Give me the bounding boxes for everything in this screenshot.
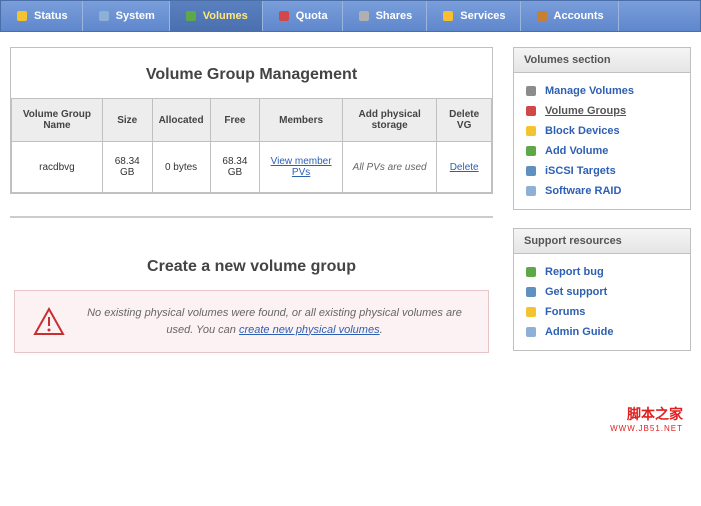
- cell-size: 68.34 GB: [102, 142, 152, 193]
- cell-free: 68.34 GB: [210, 142, 260, 193]
- nav-quota[interactable]: Quota: [263, 1, 343, 31]
- nav-accounts[interactable]: Accounts: [521, 1, 619, 31]
- sidebar-item-volume-groups[interactable]: Volume Groups: [524, 101, 680, 121]
- nav-label: Services: [460, 10, 505, 22]
- alert-box: No existing physical volumes were found,…: [14, 290, 489, 353]
- col-header: Members: [260, 99, 343, 142]
- volumes-icon: [184, 9, 198, 23]
- sidebar-item-label: Report bug: [545, 266, 604, 278]
- col-header: Free: [210, 99, 260, 142]
- section-title-create-vg: Create a new volume group: [10, 240, 493, 290]
- sidebar-item-software-raid[interactable]: Software RAID: [524, 181, 680, 201]
- sidebar-item-iscsi-targets[interactable]: iSCSI Targets: [524, 161, 680, 181]
- col-header: Size: [102, 99, 152, 142]
- sidebar-item-label: Manage Volumes: [545, 85, 634, 97]
- sidebar-item-label: Admin Guide: [545, 326, 613, 338]
- admin-guide-icon: [524, 325, 538, 339]
- main-nav: Status System Volumes Quota Shares Services Ac…: [0, 0, 701, 32]
- sidebar-item-label: Volume Groups: [545, 105, 626, 117]
- sidebar-item-forums[interactable]: Forums: [524, 302, 680, 322]
- add-volume-icon: [524, 144, 538, 158]
- nav-status[interactable]: Status: [1, 1, 83, 31]
- cell-allocated: 0 bytes: [152, 142, 210, 193]
- volume-groups-icon: [524, 104, 538, 118]
- sidebar-item-label: iSCSI Targets: [545, 165, 616, 177]
- sidebar-item-block-devices[interactable]: Block Devices: [524, 121, 680, 141]
- cell-add-storage: All PVs are used: [353, 162, 427, 173]
- services-icon: [441, 9, 455, 23]
- nav-system[interactable]: System: [83, 1, 170, 31]
- view-member-pvs-link[interactable]: View member PVs: [271, 156, 332, 178]
- cell-vg-name: racdbvg: [12, 142, 103, 193]
- nav-label: System: [116, 10, 155, 22]
- manage-volumes-icon: [524, 84, 538, 98]
- quota-icon: [277, 9, 291, 23]
- shares-icon: [357, 9, 371, 23]
- volume-group-table: Volume Group NameSizeAllocatedFreeMember…: [11, 98, 492, 193]
- volumes-section-panel: Volumes section Manage Volumes Volume Gro…: [513, 47, 691, 210]
- sidebar-item-label: Get support: [545, 286, 607, 298]
- create-pv-link[interactable]: create new physical volumes: [239, 324, 380, 336]
- divider: [10, 216, 493, 218]
- table-row: racdbvg 68.34 GB 0 bytes 68.34 GB View m…: [12, 142, 492, 193]
- panel-header-volumes: Volumes section: [514, 48, 690, 73]
- system-icon: [97, 9, 111, 23]
- nav-volumes[interactable]: Volumes: [170, 1, 263, 31]
- sidebar: Volumes section Manage Volumes Volume Gro…: [513, 47, 691, 369]
- col-header: Allocated: [152, 99, 210, 142]
- footer-url: WWW.JB51.NET: [18, 424, 683, 433]
- sidebar-item-report-bug[interactable]: Report bug: [524, 262, 680, 282]
- nav-label: Status: [34, 10, 68, 22]
- col-header: Delete VG: [437, 99, 492, 142]
- sidebar-item-get-support[interactable]: Get support: [524, 282, 680, 302]
- support-section-panel: Support resources Report bug Get support F…: [513, 228, 691, 351]
- nav-services[interactable]: Services: [427, 1, 520, 31]
- status-icon: [15, 9, 29, 23]
- nav-label: Shares: [376, 10, 413, 22]
- footer-brand: 脚本之家: [18, 404, 683, 424]
- warning-icon: [33, 306, 65, 338]
- nav-label: Accounts: [554, 10, 604, 22]
- col-header: Add physical storage: [342, 99, 436, 142]
- forums-icon: [524, 305, 538, 319]
- software-raid-icon: [524, 184, 538, 198]
- col-header: Volume Group Name: [12, 99, 103, 142]
- accounts-icon: [535, 9, 549, 23]
- iscsi-targets-icon: [524, 164, 538, 178]
- panel-header-support: Support resources: [514, 229, 690, 254]
- alert-text: No existing physical volumes were found,…: [79, 305, 470, 338]
- nav-label: Volumes: [203, 10, 248, 22]
- section-title-vg-management: Volume Group Management: [11, 48, 492, 98]
- sidebar-item-label: Software RAID: [545, 185, 621, 197]
- nav-label: Quota: [296, 10, 328, 22]
- report-bug-icon: [524, 265, 538, 279]
- sidebar-item-label: Add Volume: [545, 145, 608, 157]
- sidebar-item-label: Forums: [545, 306, 585, 318]
- sidebar-item-label: Block Devices: [545, 125, 620, 137]
- footer: 脚本之家 WWW.JB51.NET: [0, 384, 701, 443]
- sidebar-item-add-volume[interactable]: Add Volume: [524, 141, 680, 161]
- block-devices-icon: [524, 124, 538, 138]
- main-content: Volume Group Management Volume Group Nam…: [10, 47, 493, 353]
- sidebar-item-admin-guide[interactable]: Admin Guide: [524, 322, 680, 342]
- get-support-icon: [524, 285, 538, 299]
- nav-shares[interactable]: Shares: [343, 1, 428, 31]
- delete-vg-link[interactable]: Delete: [450, 162, 479, 173]
- sidebar-item-manage-volumes[interactable]: Manage Volumes: [524, 81, 680, 101]
